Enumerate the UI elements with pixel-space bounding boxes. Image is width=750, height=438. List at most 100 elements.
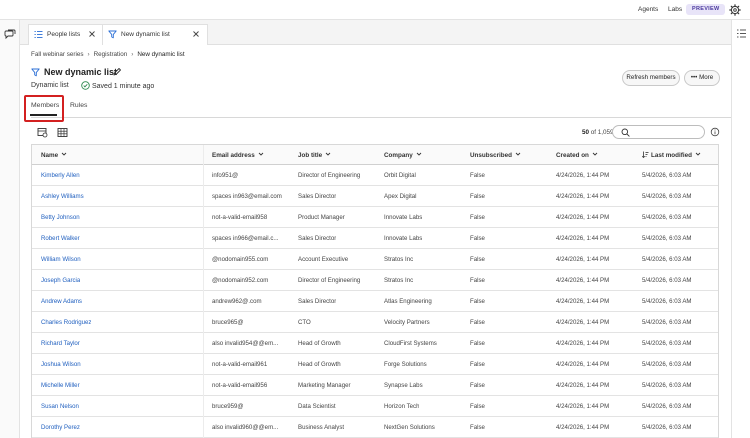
table-cell: False [470,214,485,221]
table-cell: Synapse Labs [384,382,423,389]
table-cell: spaces in966@email.c... [212,235,279,242]
member-name-link[interactable]: Charles Rodriguez [41,319,91,326]
column-header-job-title[interactable]: Job title [298,151,331,159]
table-cell: 4/24/2026, 1:44 PM [556,403,610,410]
member-name-link[interactable]: Dorothy Perez [41,424,80,431]
column-settings-icon[interactable] [37,127,48,138]
member-name-link[interactable]: Joseph Garcia [41,277,80,284]
table-row[interactable]: Susan Nelson bruce959@ Data Scientist Horiz… [32,396,718,417]
tab-new-dynamic-list[interactable]: New dynamic list [102,24,208,45]
member-name-link[interactable]: Andrew Adams [41,298,82,305]
table-cell: 5/4/2026, 6:03 AM [642,403,692,410]
highlight-box [24,95,64,122]
table-cell: False [470,340,485,347]
table-cell: 5/4/2026, 6:03 AM [642,361,692,368]
table-cell: 4/24/2026, 1:44 PM [556,424,610,431]
tab-label: New dynamic list [121,31,170,38]
table-cell: 4/24/2026, 1:44 PM [556,172,610,179]
column-header-last-modified[interactable]: Last modified [642,151,701,159]
table-cell: info951@ [212,172,239,179]
filter-icon [108,30,117,39]
table-cell: 4/24/2026, 1:44 PM [556,256,610,263]
right-rail [731,20,750,438]
list-icon [34,31,43,38]
table-row[interactable]: Joshua Wilson not-a-valid-email961 Head of… [32,354,718,375]
table-cell: bruce959@ [212,403,244,410]
table-cell: Product Manager [298,214,345,221]
pencil-icon[interactable] [112,67,122,77]
member-name-link[interactable]: Joshua Wilson [41,361,81,368]
member-name-link[interactable]: Ashley Williams [41,193,84,200]
table-cell: Apex Digital [384,193,417,200]
count-total: of 1,059 [590,129,614,136]
column-header-unsubscribed[interactable]: Unsubscribed [470,151,521,159]
column-header-company[interactable]: Company [384,151,422,159]
table-row[interactable]: Kimberly Allen info951@ Director of Engine… [32,165,718,186]
member-name-link[interactable]: William Wilson [41,256,81,263]
labs-link[interactable]: Labs [668,6,682,13]
table-row[interactable]: Joseph Garcia @nodomain952.com Director of… [32,270,718,291]
table-view-icon[interactable] [57,127,68,138]
table-row[interactable]: Richard Taylor also invalid954@@em... Head… [32,333,718,354]
close-icon[interactable] [191,29,201,39]
table-cell: 4/24/2026, 1:44 PM [556,361,610,368]
table-header: Name Email address Job title Company Uns… [32,145,718,165]
info-icon[interactable] [710,127,720,137]
table-row[interactable]: Andrew Adams andrew962@.com Sales Director… [32,291,718,312]
panel-list-icon[interactable] [736,28,747,39]
member-name-link[interactable]: Kimberly Allen [41,172,80,179]
chat-icon[interactable] [4,28,16,40]
table-row[interactable]: Charles Rodriguez bruce965@ CTO Velocity Pa… [32,312,718,333]
search-input[interactable] [612,125,705,139]
member-name-link[interactable]: Susan Nelson [41,403,79,410]
agents-link[interactable]: Agents [638,6,658,13]
table-row[interactable]: Ashley Williams spaces in963@email.com Sal… [32,186,718,207]
table-cell: 5/4/2026, 6:03 AM [642,256,692,263]
breadcrumb-item[interactable]: Fall webinar series [31,51,84,58]
column-header-email[interactable]: Email address [212,151,264,159]
table-cell: 5/4/2026, 6:03 AM [642,172,692,179]
top-bar: Agents Labs PREVIEW [0,0,750,20]
table-cell: Business Analyst [298,424,345,431]
table-cell: False [470,361,485,368]
table-row[interactable]: Dorothy Perez also invalid960@@em... Busin… [32,417,718,438]
table-cell: not-a-valid-email961 [212,361,268,368]
more-button[interactable]: ••• More [684,70,720,86]
tab-people-lists[interactable]: People lists [28,24,103,45]
search-icon [621,128,630,137]
table-row[interactable]: Betty Johnson not-a-valid-email958 Product… [32,207,718,228]
table-cell: 5/4/2026, 6:03 AM [642,424,692,431]
left-rail [0,20,20,438]
table-cell: Sales Director [298,298,337,305]
chevron-down-icon [592,152,598,156]
table-cell: spaces in963@email.com [212,193,282,200]
breadcrumb-item[interactable]: Registration [94,51,128,58]
check-circle-icon [81,81,90,90]
table-row[interactable]: Robert Walker spaces in966@email.c... Sale… [32,228,718,249]
gear-icon[interactable] [729,4,741,16]
table-cell: not-a-valid-email958 [212,214,268,221]
column-header-created-on[interactable]: Created on [556,151,598,159]
refresh-members-button[interactable]: Refresh members [622,70,680,86]
column-label: Created on [556,152,589,159]
tab-rules[interactable]: Rules [70,102,87,109]
table-cell: Sales Director [298,193,337,200]
column-label: Name [41,152,59,159]
table-cell: False [470,298,485,305]
members-table: Name Email address Job title Company Uns… [31,144,719,438]
table-row[interactable]: William Wilson @nodomain955.com Account Ex… [32,249,718,270]
member-name-link[interactable]: Richard Taylor [41,340,80,347]
member-name-link[interactable]: Robert Walker [41,235,80,242]
table-cell: 4/24/2026, 1:44 PM [556,298,610,305]
table-row[interactable]: Michelle Miller not-a-valid-email956 Marke… [32,375,718,396]
tab-strip: People lists New dynamic list [20,20,731,45]
column-header-name[interactable]: Name [41,151,67,159]
filter-icon [31,68,40,77]
sort-descending-icon [642,151,649,158]
table-cell: 5/4/2026, 6:03 AM [642,298,692,305]
list-subtitle: Dynamic list Saved 1 minute ago [31,81,154,90]
member-name-link[interactable]: Michelle Miller [41,382,80,389]
table-cell: False [470,256,485,263]
close-icon[interactable] [87,29,97,39]
member-name-link[interactable]: Betty Johnson [41,214,80,221]
